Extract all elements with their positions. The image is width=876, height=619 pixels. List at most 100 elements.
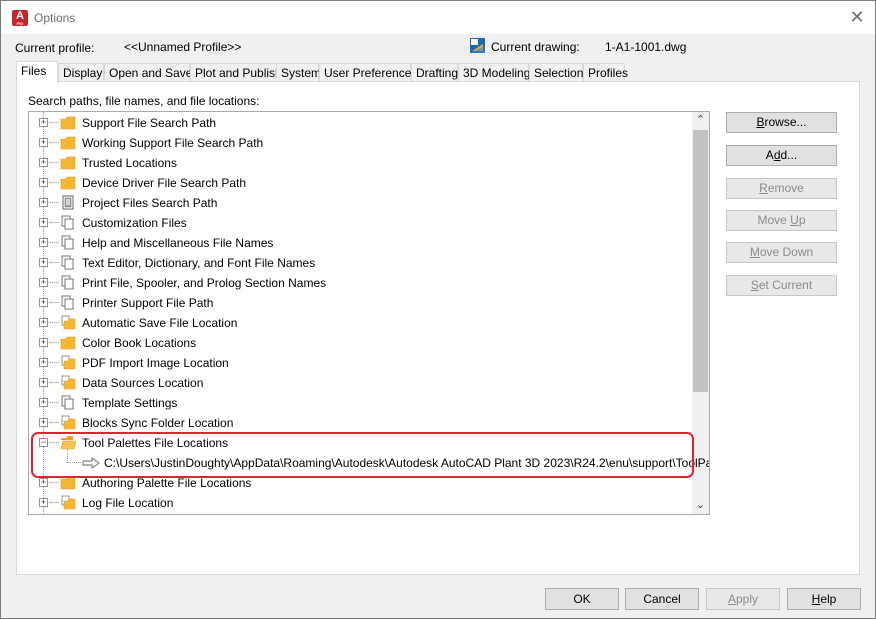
tree-connector <box>49 362 59 363</box>
tree-item[interactable]: + Automatic Save File Location <box>29 313 693 333</box>
expand-icon[interactable]: + <box>39 218 48 227</box>
tree-connector <box>67 462 81 463</box>
expand-icon[interactable]: + <box>39 138 48 147</box>
files-icon <box>60 395 76 410</box>
current-drawing-label: Current drawing: <box>491 40 580 54</box>
project-file-icon <box>60 195 76 210</box>
tab-drafting[interactable]: Drafting <box>411 63 458 82</box>
tree-connector <box>49 382 59 383</box>
tree-item-label: Device Driver File Search Path <box>82 176 247 190</box>
help-button[interactable]: Help <box>787 588 861 610</box>
ok-button[interactable]: OK <box>545 588 619 610</box>
tab-open-and-save[interactable]: Open and Save <box>104 63 192 82</box>
folder-icon <box>60 475 76 490</box>
expand-icon[interactable]: + <box>39 238 48 247</box>
tab-profiles[interactable]: Profiles <box>583 63 628 82</box>
tree-connector <box>49 122 59 123</box>
tree-item-label: Authoring Palette File Locations <box>82 476 252 490</box>
tree-item-label: Customization Files <box>82 216 187 230</box>
current-drawing-value: 1-A1-1001.dwg <box>605 40 687 54</box>
tree-connector <box>49 222 59 223</box>
expand-icon[interactable]: + <box>39 298 48 307</box>
close-icon[interactable]: ✕ <box>847 7 867 27</box>
current-profile-value: <<Unnamed Profile>> <box>124 40 242 54</box>
expand-icon[interactable]: + <box>39 498 48 507</box>
expand-icon[interactable]: + <box>39 278 48 287</box>
expand-icon[interactable]: + <box>39 418 48 427</box>
folder-icon <box>60 335 76 350</box>
tree-scrollbar[interactable]: ⌃ ⌄ <box>692 112 709 514</box>
arrow-icon <box>82 457 100 472</box>
tree-item[interactable]: + Device Driver File Search Path <box>29 173 693 193</box>
tree-item-label: Project Files Search Path <box>82 196 218 210</box>
tree-item[interactable]: + Working Support File Search Path <box>29 133 693 153</box>
tab-files[interactable]: Files <box>16 61 58 83</box>
tree-connector <box>49 162 59 163</box>
expand-icon[interactable]: + <box>39 378 48 387</box>
tree-connector <box>49 282 59 283</box>
scroll-up-arrow-icon[interactable]: ⌃ <box>692 112 709 129</box>
expand-icon[interactable]: + <box>39 478 48 487</box>
window-title: Options <box>34 11 76 25</box>
tree-item[interactable]: + Printer Support File Path <box>29 293 693 313</box>
move-up-button[interactable]: Move Up <box>726 210 837 231</box>
expand-icon[interactable]: + <box>39 198 48 207</box>
search-paths-label: Search paths, file names, and file locat… <box>28 94 260 108</box>
remove-button[interactable]: Remove <box>726 178 837 199</box>
tree-connector <box>49 442 59 443</box>
expand-icon[interactable]: + <box>39 258 48 267</box>
expand-icon[interactable]: + <box>39 318 48 327</box>
add-button[interactable]: Add... <box>726 145 837 166</box>
tree-item[interactable]: + Print File, Spooler, and Prolog Section… <box>29 273 693 293</box>
tree-item[interactable]: + PDF Import Image Location <box>29 353 693 373</box>
autocad-app-icon: A PID <box>12 10 28 26</box>
tree-connector <box>49 422 59 423</box>
scroll-thumb[interactable] <box>693 130 708 392</box>
tree-item[interactable]: + Support File Search Path <box>29 113 693 133</box>
collapse-icon[interactable]: − <box>39 438 48 447</box>
tree-connector <box>49 482 59 483</box>
tab-user-preferences[interactable]: User Preferences <box>319 63 417 82</box>
apply-button[interactable]: Apply <box>706 588 780 610</box>
tab-system[interactable]: System <box>276 63 321 82</box>
tree-item[interactable]: + Trusted Locations <box>29 153 693 173</box>
expand-icon[interactable]: + <box>39 398 48 407</box>
folder-file-icon <box>60 415 76 430</box>
current-profile-label: Current profile: <box>15 41 95 55</box>
expand-icon[interactable]: + <box>39 358 48 367</box>
files-icon <box>60 275 76 290</box>
tab-plot-and-publish[interactable]: Plot and Publish <box>190 63 290 82</box>
open-folder-icon <box>60 435 77 450</box>
tree-item[interactable]: + Log File Location <box>29 493 693 513</box>
browse-button[interactable]: Browse... <box>726 112 837 133</box>
expand-icon[interactable]: + <box>39 338 48 347</box>
tree-child-item[interactable]: C:\Users\JustinDoughty\AppData\Roaming\A… <box>29 453 709 473</box>
tree-item[interactable]: + Help and Miscellaneous File Names <box>29 233 693 253</box>
tree-item[interactable]: + Customization Files <box>29 213 693 233</box>
drawing-icon <box>470 38 485 53</box>
tree-item[interactable]: + Blocks Sync Folder Location <box>29 413 693 433</box>
tab-display[interactable]: Display <box>58 63 104 82</box>
folder-icon <box>60 135 76 150</box>
tab-3d-modeling[interactable]: 3D Modeling <box>458 63 530 82</box>
expand-icon[interactable]: + <box>39 178 48 187</box>
move-down-button[interactable]: Move Down <box>726 242 837 263</box>
tree-item[interactable]: + Text Editor, Dictionary, and Font File … <box>29 253 693 273</box>
tree-item[interactable]: + Color Book Locations <box>29 333 693 353</box>
folder-icon <box>60 115 76 130</box>
expand-icon[interactable]: + <box>39 118 48 127</box>
cancel-button[interactable]: Cancel <box>625 588 699 610</box>
tab-selection[interactable]: Selection <box>529 63 583 82</box>
tree-item[interactable]: − Tool Palettes File Locations <box>29 433 693 463</box>
tree-item[interactable]: + Authoring Palette File Locations <box>29 473 693 493</box>
set-current-button[interactable]: Set Current <box>726 275 837 296</box>
expand-icon[interactable]: + <box>39 158 48 167</box>
tree-item[interactable]: + Template Settings <box>29 393 693 413</box>
tree-item[interactable]: + Data Sources Location <box>29 373 693 393</box>
search-paths-tree[interactable]: ⌃ ⌄ + Support File Search Path + Working Su… <box>28 111 710 515</box>
tree-item-label: Print File, Spooler, and Prolog Section … <box>82 276 327 290</box>
tree-item[interactable]: + Project Files Search Path <box>29 193 693 213</box>
tree-connector <box>49 322 59 323</box>
scroll-down-arrow-icon[interactable]: ⌄ <box>692 497 709 514</box>
options-dialog: A PID Options ✕ Current profile: <<Unname… <box>0 0 876 619</box>
